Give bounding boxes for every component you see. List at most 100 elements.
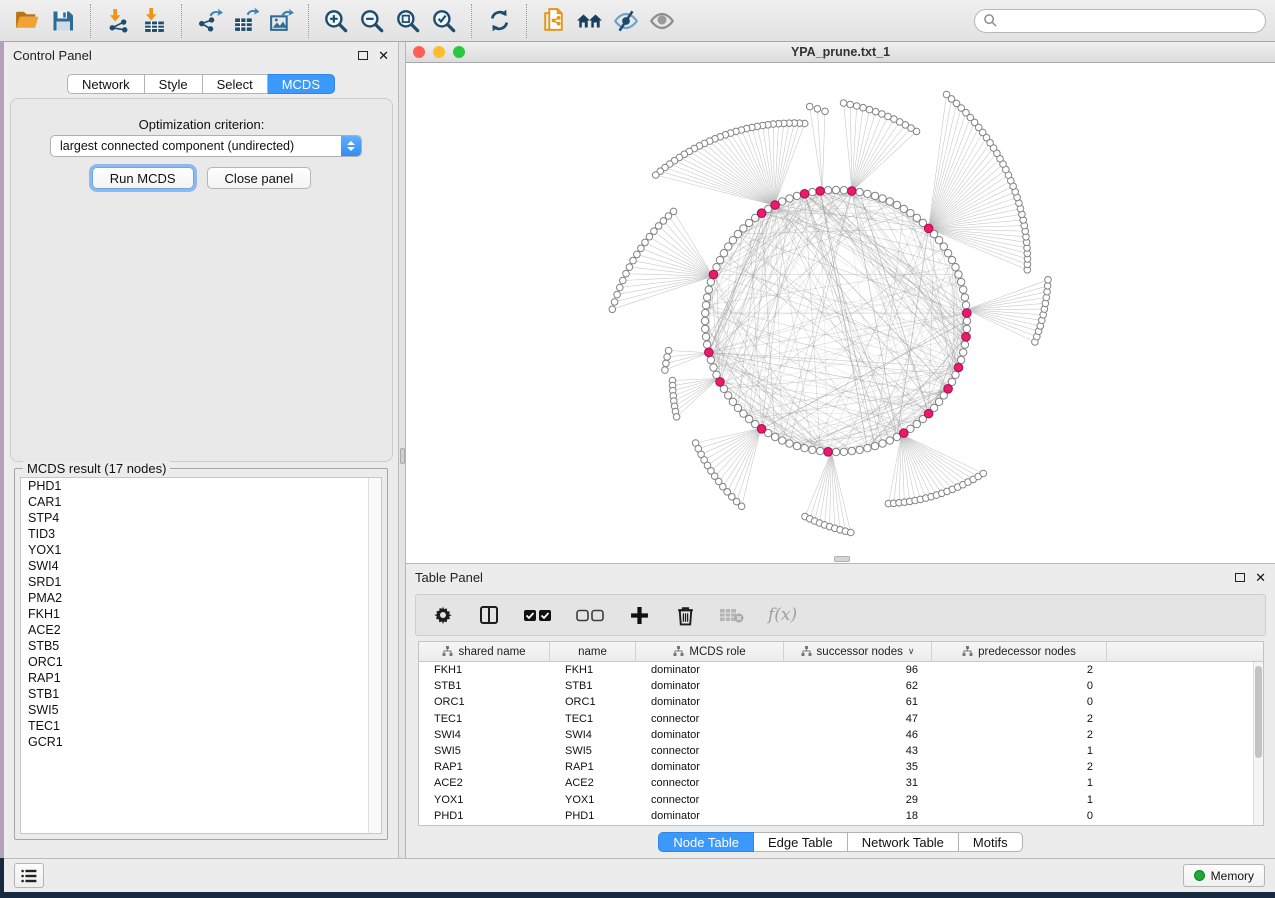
table-scrollbar[interactable] — [1253, 662, 1263, 825]
mcds-result-item[interactable]: RAP1 — [21, 670, 381, 686]
new-network-from-selection-button[interactable] — [536, 5, 572, 37]
mcds-result-item[interactable]: SWI5 — [21, 702, 381, 718]
vertical-splitter[interactable] — [399, 42, 406, 858]
cell-successor-nodes: 35 — [784, 759, 932, 775]
column-namespace-icon — [962, 646, 973, 657]
mcds-result-item[interactable]: PMA2 — [21, 590, 381, 606]
export-network-button[interactable] — [191, 5, 227, 37]
table-settings-button[interactable] — [432, 605, 454, 625]
export-image-button[interactable] — [263, 5, 299, 37]
mcds-result-item[interactable]: STB5 — [21, 638, 381, 654]
close-panel-icon[interactable]: ✕ — [378, 49, 389, 62]
memory-label: Memory — [1211, 869, 1254, 883]
task-history-button[interactable] — [14, 863, 44, 888]
cell-MCDS-role: dominator — [636, 694, 784, 710]
mcds-result-groupbox: MCDS result (17 nodes) PHD1CAR1STP4TID3Y… — [14, 468, 388, 840]
zoom-fit-button[interactable] — [390, 5, 426, 37]
table-row[interactable]: SWI5SWI5connector431 — [419, 743, 1263, 759]
mcds-result-item[interactable]: TEC1 — [21, 718, 381, 734]
run-mcds-button[interactable]: Run MCDS — [92, 167, 194, 189]
column-header-predecessor-nodes[interactable]: predecessor nodes — [932, 642, 1107, 661]
float-window-icon[interactable] — [358, 51, 368, 60]
column-header-MCDS-role[interactable]: MCDS role — [636, 642, 784, 661]
export-table-button[interactable] — [227, 5, 263, 37]
table-row[interactable]: STB1STB1dominator620 — [419, 678, 1263, 694]
mcds-result-item[interactable]: GCR1 — [21, 734, 381, 750]
import-table-button[interactable] — [136, 5, 172, 37]
open-session-button[interactable] — [9, 5, 45, 37]
unchecked-boxes-icon — [576, 609, 604, 622]
mcds-result-item[interactable]: STB1 — [21, 686, 381, 702]
zoom-in-button[interactable] — [318, 5, 354, 37]
mcds-result-item[interactable]: ACE2 — [21, 622, 381, 638]
table-row[interactable]: ORC1ORC1dominator610 — [419, 694, 1263, 710]
tab-mcds[interactable]: MCDS — [268, 74, 335, 94]
network-canvas[interactable] — [406, 63, 1275, 563]
mcds-result-list[interactable]: PHD1CAR1STP4TID3YOX1SWI4SRD1PMA2FKH1ACE2… — [20, 477, 382, 834]
export-image-icon — [268, 7, 295, 34]
table-row[interactable]: PHD1PHD1dominator180 — [419, 808, 1263, 824]
hide-selected-button[interactable] — [608, 5, 644, 37]
close-table-panel-icon[interactable]: ✕ — [1255, 571, 1266, 584]
tab-motifs[interactable]: Motifs — [959, 832, 1023, 852]
cell-MCDS-role: dominator — [636, 678, 784, 694]
search-input[interactable] — [998, 14, 1257, 28]
mcds-result-item[interactable]: SWI4 — [21, 558, 381, 574]
mcds-result-item[interactable]: CAR1 — [21, 494, 381, 510]
save-session-button[interactable] — [45, 5, 81, 37]
delete-column-button[interactable] — [674, 605, 696, 626]
mcds-result-item[interactable]: PHD1 — [21, 478, 381, 494]
column-header-successor-nodes[interactable]: successor nodes∨ — [784, 642, 932, 661]
tab-network[interactable]: Network — [67, 74, 145, 94]
tab-node-table[interactable]: Node Table — [658, 832, 754, 852]
criterion-dropdown[interactable]: largest connected component (undirected) — [50, 135, 362, 157]
mcds-result-item[interactable]: SRD1 — [21, 574, 381, 590]
close-panel-button[interactable]: Close panel — [207, 167, 312, 189]
eye-icon — [648, 7, 676, 35]
mcds-result-item[interactable]: ORC1 — [21, 654, 381, 670]
zoom-selected-button[interactable] — [426, 5, 462, 37]
create-column-button[interactable] — [628, 606, 650, 625]
show-all-button[interactable] — [644, 5, 680, 37]
zoom-selected-icon — [430, 7, 458, 35]
table-row[interactable]: YOX1YOX1connector291 — [419, 792, 1263, 808]
deselect-all-button[interactable] — [576, 609, 604, 622]
cell-name: PHD1 — [550, 808, 636, 824]
mcds-result-item[interactable]: YOX1 — [21, 542, 381, 558]
show-columns-button[interactable] — [478, 605, 500, 625]
splitter-handle[interactable] — [400, 448, 405, 464]
refresh-layout-button[interactable] — [481, 5, 517, 37]
zoom-out-button[interactable] — [354, 5, 390, 37]
search-field[interactable] — [974, 9, 1266, 33]
tab-edge-table[interactable]: Edge Table — [754, 832, 848, 852]
memory-status-icon — [1194, 870, 1205, 881]
mcds-result-item[interactable]: FKH1 — [21, 606, 381, 622]
houses-icon — [575, 7, 605, 34]
table-row[interactable]: ACE2ACE2connector311 — [419, 775, 1263, 791]
table-scrollbar-thumb[interactable] — [1255, 666, 1262, 758]
tab-network-table[interactable]: Network Table — [848, 832, 959, 852]
select-all-button[interactable] — [524, 609, 552, 622]
table-row[interactable]: RAP1RAP1dominator352 — [419, 759, 1263, 775]
save-floppy-icon — [50, 8, 76, 34]
column-header-name[interactable]: name — [550, 642, 636, 661]
network-view-titlebar: YPA_prune.txt_1 — [406, 42, 1275, 63]
horizontal-splitter-handle[interactable] — [834, 556, 850, 562]
import-network-button[interactable] — [100, 5, 136, 37]
delete-table-button[interactable] — [720, 607, 744, 623]
mcds-result-item[interactable]: TID3 — [21, 526, 381, 542]
mcds-result-item[interactable]: STP4 — [21, 510, 381, 526]
function-builder-button[interactable]: f(x) — [768, 605, 797, 625]
column-header-shared-name[interactable]: shared name — [419, 642, 550, 661]
table-row[interactable]: TEC1TEC1connector472 — [419, 711, 1263, 727]
list-scrollbar[interactable] — [368, 478, 381, 833]
tab-select[interactable]: Select — [203, 74, 268, 94]
first-neighbors-button[interactable] — [572, 5, 608, 37]
float-table-panel-icon[interactable] — [1235, 573, 1245, 582]
table-row[interactable]: FKH1FKH1dominator962 — [419, 662, 1263, 678]
tab-style[interactable]: Style — [145, 74, 203, 94]
memory-button[interactable]: Memory — [1183, 864, 1265, 887]
gear-icon — [433, 605, 453, 625]
table-row[interactable]: SWI4SWI4dominator462 — [419, 727, 1263, 743]
cell-name: SWI4 — [550, 727, 636, 743]
